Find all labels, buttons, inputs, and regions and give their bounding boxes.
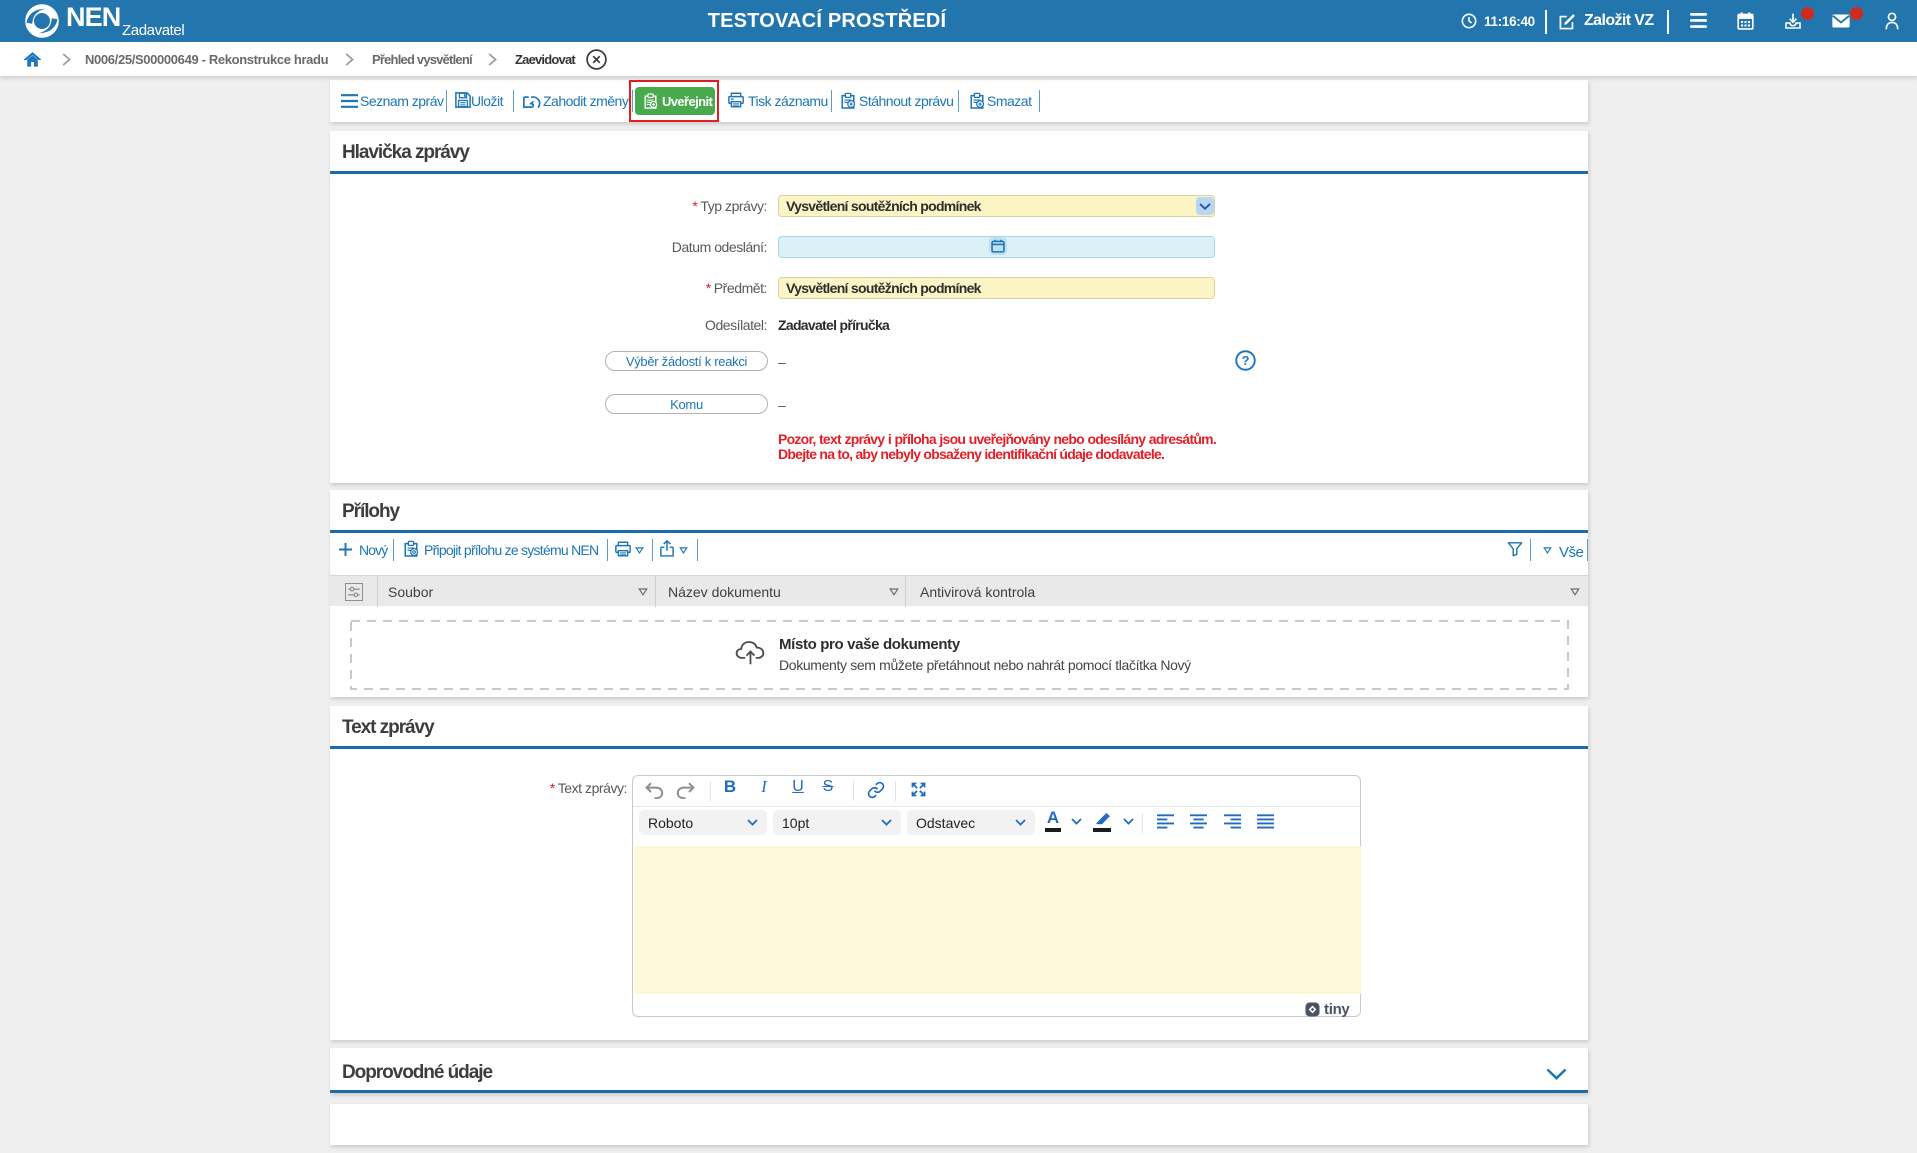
svg-text:?: ? bbox=[1242, 353, 1250, 368]
